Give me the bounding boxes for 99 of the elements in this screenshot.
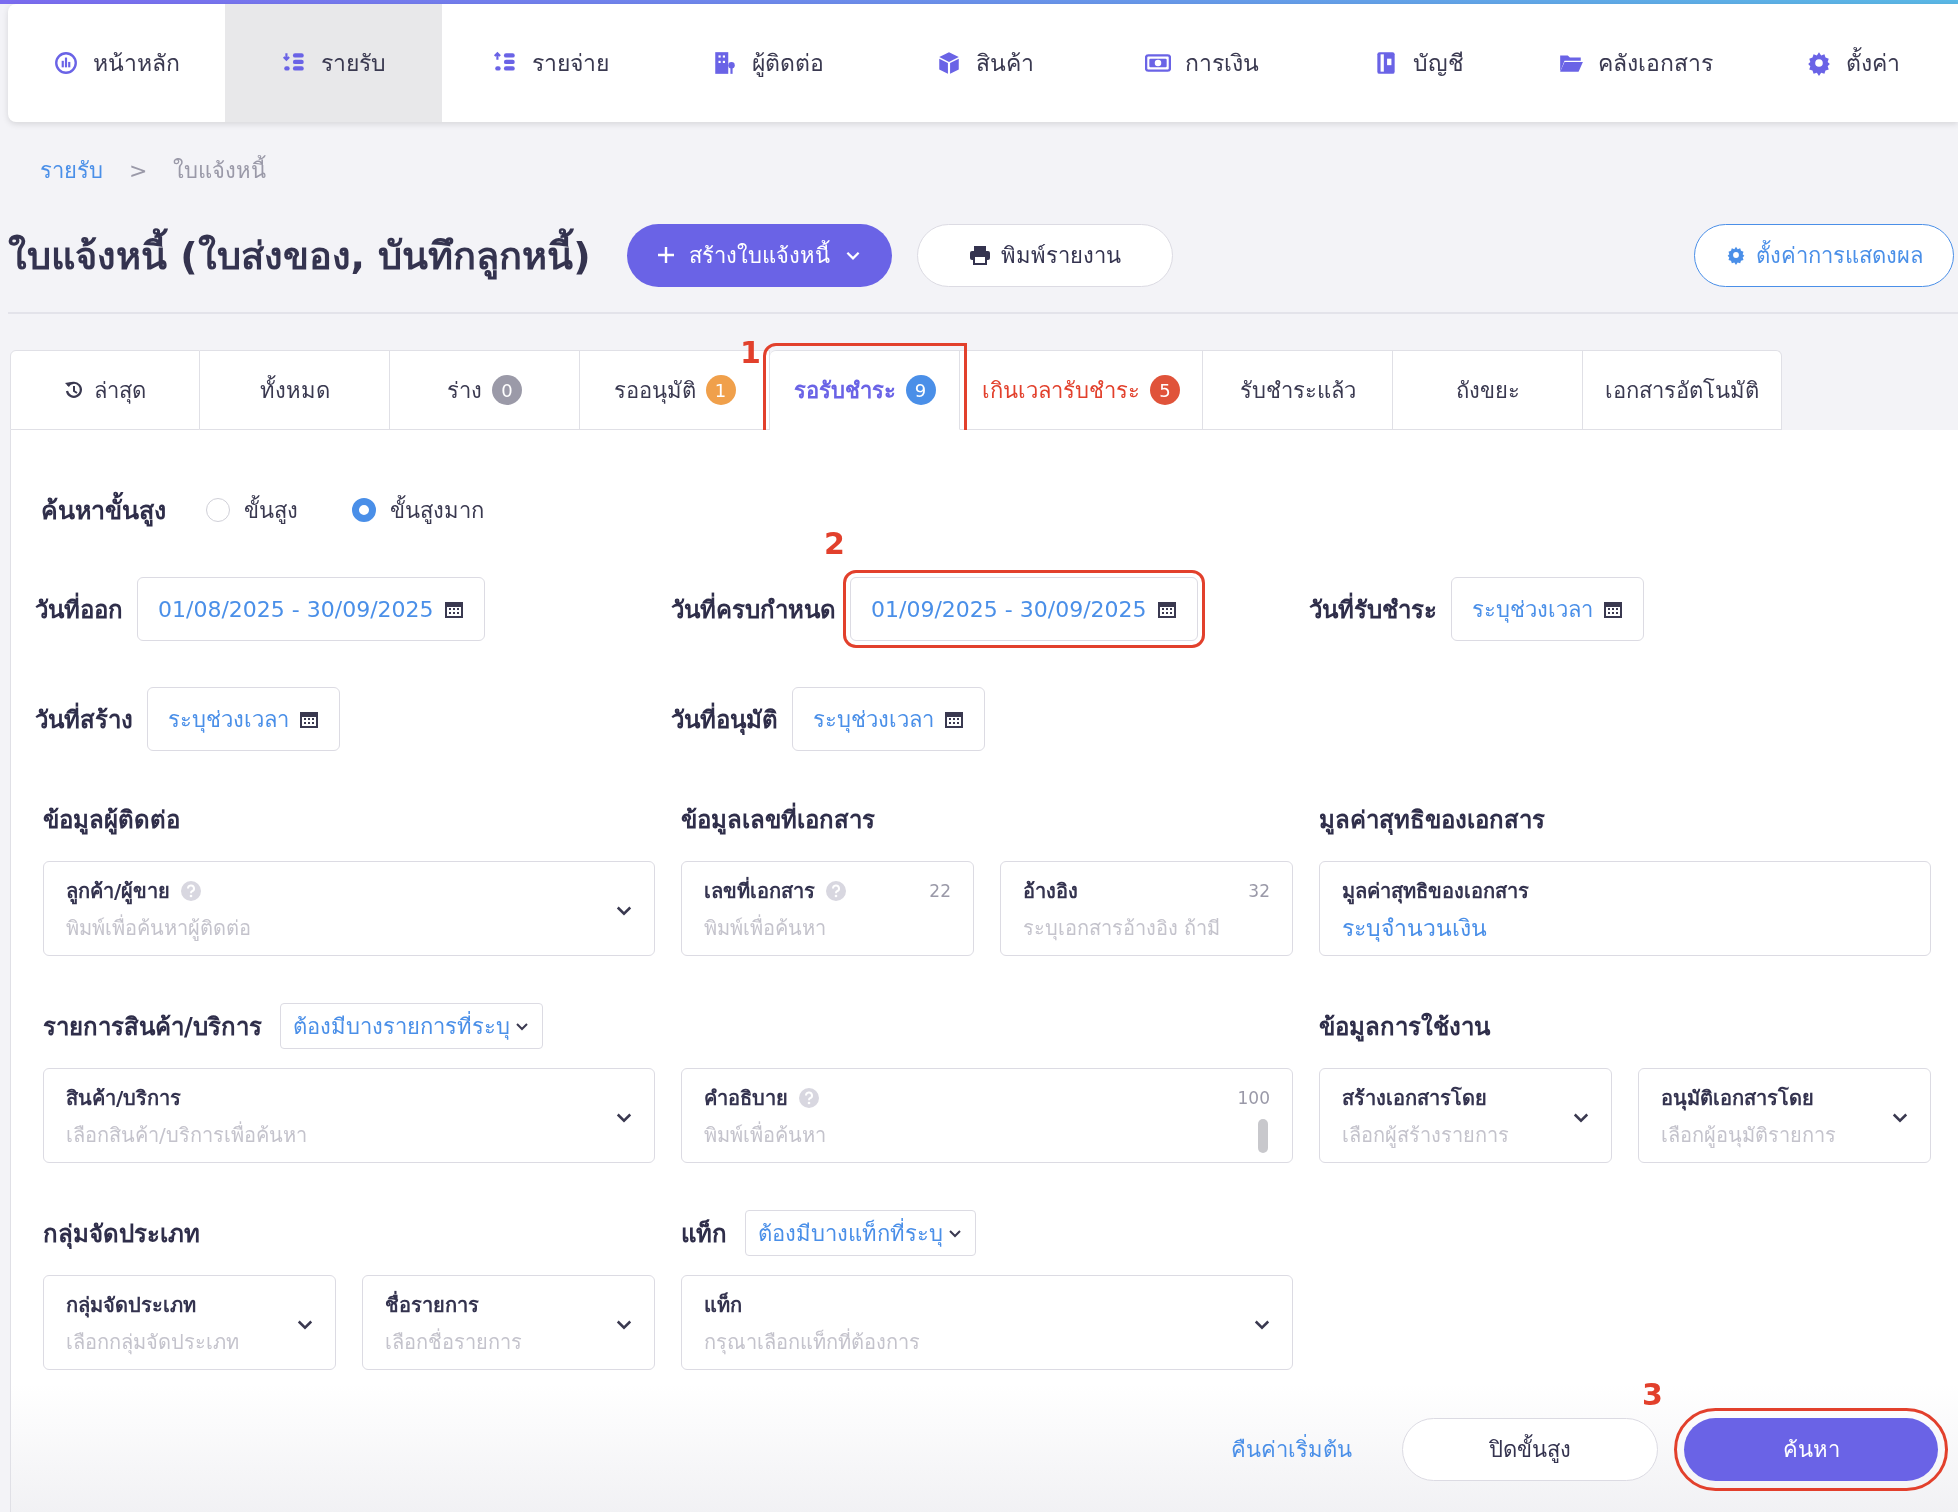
textarea-field[interactable]: คำอธิบาย 100 พิมพ์เพื่อค้นหา [681,1068,1293,1163]
radio-option[interactable]: ขั้นสูงมาก [352,492,484,528]
date-filter-label: วันที่อนุมัติ [671,699,778,739]
calendar-icon [944,709,964,729]
dropdown-field[interactable]: ชื่อรายการ เลือกชื่อรายการ [362,1275,655,1370]
nav-item[interactable]: การเงิน [1093,4,1310,122]
placeholder-text: เลือกผู้สร้างรายการ [1342,1122,1509,1150]
date-filter-label: วันที่ออก [35,589,123,629]
field-label: อนุมัติเอกสารโดย [1661,1085,1814,1113]
calendar-icon [1156,599,1177,619]
text-field[interactable]: เลขที่เอกสาร 22 พิมพ์เพื่อค้นหา [681,861,974,956]
section-heading: กลุ่มจัดประเภท [43,1218,200,1251]
dropdown-field[interactable]: สินค้า/บริการ เลือกสินค้า/บริการเพื่อค้นหา [43,1068,655,1163]
nav-item[interactable]: คลังเอกสาร [1527,4,1744,122]
date-filter-label: วันที่ครบกำหนด [671,589,836,629]
placeholder-text: พิมพ์เพื่อค้นหา [704,1120,826,1149]
date-range-value: 01/09/2025 - 30/09/2025 [871,596,1147,622]
field-label: มูลค่าสุทธิของเอกสาร [1342,878,1529,907]
section-heading: รายการสินค้า/บริการ [43,1011,262,1043]
date-range-value: ระบุช่วงเวลา [1472,595,1593,625]
count-badge: 1 [705,375,736,405]
create-button[interactable]: สร้างใบแจ้งหนี้ [626,223,892,287]
char-counter: 22 [929,881,951,901]
print-button[interactable]: พิมพ์รายงาน [916,223,1173,287]
count-badge: 0 [492,375,522,405]
status-tab[interactable]: เอกสารอัตโนมัติ [1583,350,1782,430]
calendar-icon [443,599,464,619]
placeholder-text: พิมพ์เพื่อค้นหา [704,913,826,942]
placeholder-text: กรุณาเลือกแท็กที่ต้องการ [704,1327,920,1357]
field-label: สร้างเอกสารโดย [1342,1085,1487,1112]
date-range-value: ระบุช่วงเวลา [813,705,934,735]
placeholder-text: เลือกชื่อรายการ [385,1327,522,1356]
count-badge: 5 [1150,375,1180,405]
placeholder-text: พิมพ์เพื่อค้นหาผู้ติดต่อ [66,913,251,943]
calendar-icon [1603,599,1623,619]
radio-button[interactable] [206,498,230,522]
dropdown-field[interactable]: อนุมัติเอกสารโดย เลือกผู้อนุมัติรายการ [1638,1068,1931,1163]
radio-option[interactable]: ขั้นสูง [206,492,298,528]
radio-button[interactable] [352,498,376,522]
calendar-icon [299,709,319,729]
char-counter: 100 [1237,1088,1270,1108]
field-label: แท็ก [704,1291,742,1319]
field-label: ลูกค้า/ผู้ขาย [66,878,171,907]
section-heading: ข้อมูลเลขที่เอกสาร [681,799,875,839]
placeholder-text: เลือกกลุ่มจัดประเภท [66,1329,239,1357]
annotation-number: 3 [1642,1379,1663,1410]
field-label: สินค้า/บริการ [66,1085,182,1112]
status-tab[interactable]: ร่าง 0 [390,350,580,430]
date-filter-label: วันที่รับชำระ [1309,589,1437,629]
field-label: กลุ่มจัดประเภท [66,1292,196,1320]
status-tab[interactable]: รับชำระแล้ว [1203,350,1393,430]
section-heading: ข้อมูลการใช้งาน [1319,1011,1490,1044]
section-heading: มูลค่าสุทธิของเอกสาร [1319,804,1545,837]
amount-field[interactable]: มูลค่าสุทธิของเอกสาร ระบุจำนวนเงิน [1319,861,1931,956]
nav-item[interactable]: รายจ่าย [442,4,659,122]
nav-item[interactable]: ตั้งค่า [1744,4,1958,122]
char-counter: 32 [1248,881,1270,901]
history-icon [64,380,84,400]
date-range-value: ระบุช่วงเวลา [168,705,289,735]
breadcrumb-separator: > [129,157,148,183]
field-label: เลขที่เอกสาร [704,876,815,905]
breadcrumb-current: ใบแจ้งหนี้ [173,154,267,185]
plus-icon [656,246,675,264]
nav-item[interactable]: สินค้า [876,4,1093,122]
status-tab[interactable]: เกินเวลารับชำระ 5 [960,350,1203,430]
status-tab[interactable]: ถังขยะ [1393,350,1583,430]
radio-label: ขั้นสูง [244,494,298,526]
text-field[interactable]: อ้างอิง 32 ระบุเอกสารอ้างอิง ถ้ามี [1000,861,1293,956]
radio-label: ขั้นสูงมาก [390,494,484,526]
amount-value: ระบุจำนวนเงิน [1342,914,1488,944]
date-range-value: 01/08/2025 - 30/09/2025 [158,596,434,622]
page-title: ใบแจ้งหนี้ (ใบส่งของ, บันทึกลูกหนี้) [8,224,591,286]
printer-icon [968,245,991,265]
advanced-search-label: ค้นหาขั้นสูง [41,490,166,530]
dropdown-field[interactable]: แท็ก กรุณาเลือกแท็กที่ต้องการ [681,1275,1293,1370]
dropdown-field[interactable]: กลุ่มจัดประเภท เลือกกลุ่มจัดประเภท [43,1275,336,1370]
field-label: อ้างอิง [1023,878,1078,905]
dropdown-field[interactable]: สร้างเอกสารโดย เลือกผู้สร้างรายการ [1319,1068,1612,1163]
section-heading: ข้อมูลผู้ติดต่อ [43,804,180,837]
placeholder-text: ระบุเอกสารอ้างอิง ถ้ามี [1023,915,1221,943]
placeholder-text: เลือกผู้อนุมัติรายการ [1661,1122,1836,1150]
date-filter-label: วันที่สร้าง [35,699,133,739]
settings-icon [1725,245,1746,265]
annotation-number: 2 [824,529,845,559]
nav-item[interactable]: ผู้ติดต่อ [659,4,876,122]
scrollbar-thumb[interactable] [1258,1119,1268,1153]
nav-item[interactable]: บัญชี [1310,4,1527,122]
count-badge: 9 [905,375,936,405]
chart-icon [53,50,79,76]
status-tab[interactable]: ทั้งหมด [200,350,390,430]
section-heading: แท็ก [681,1218,727,1250]
dropdown-field[interactable]: ลูกค้า/ผู้ขาย พิมพ์เพื่อค้นหาผู้ติดต่อ [43,861,655,956]
field-label: คำอธิบาย [704,1085,788,1112]
close-advanced-button[interactable]: ปิดขั้นสูง [1402,1417,1658,1481]
field-label: ชื่อรายการ [385,1290,479,1319]
placeholder-text: เลือกสินค้า/บริการเพื่อค้นหา [66,1120,307,1149]
status-tab[interactable]: ล่าสุด [10,350,200,430]
nav-item[interactable]: รายรับ [225,4,442,122]
nav-item[interactable]: หน้าหลัก [8,4,225,122]
